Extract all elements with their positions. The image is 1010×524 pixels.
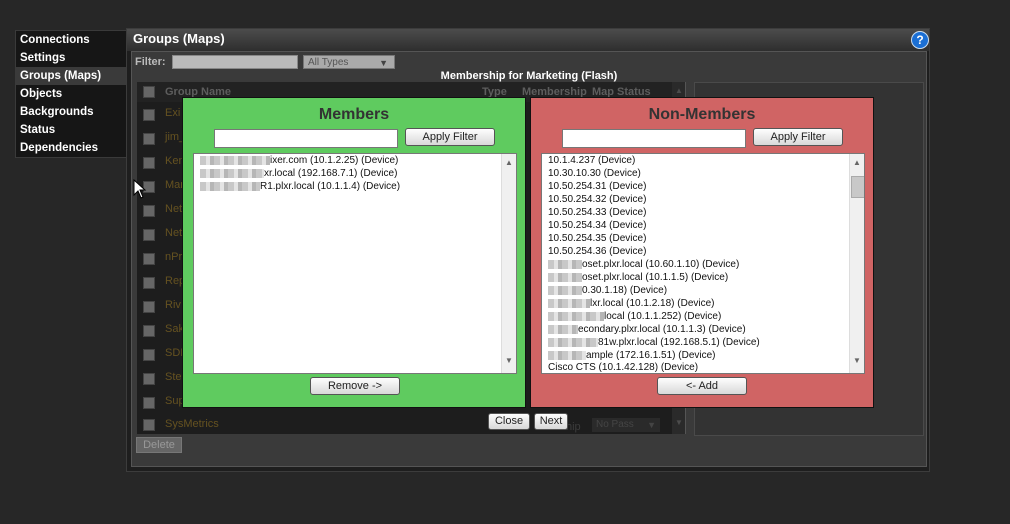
list-item-label: 10.1.4.237 (Device) <box>548 155 636 166</box>
nonmembers-list-scrollbar[interactable]: ▲ ▼ <box>849 154 864 373</box>
list-item-label: ixer.com (10.1.2.25) (Device) <box>270 155 399 166</box>
redacted-text <box>548 324 578 334</box>
list-item-label: oset.plxr.local (10.1.1.5) (Device) <box>582 272 729 283</box>
list-item[interactable]: 10.30.10.30 (Device) <box>548 168 641 179</box>
list-item[interactable]: ample (172.16.1.51) (Device) <box>548 350 716 361</box>
redacted-text <box>200 168 264 178</box>
redacted-text <box>548 298 590 308</box>
list-item[interactable]: 10.50.254.36 (Device) <box>548 246 646 257</box>
scrollbar-thumb[interactable] <box>851 176 864 198</box>
list-item[interactable]: lxr.local (10.1.2.18) (Device) <box>548 298 715 309</box>
list-item[interactable]: 10.50.254.34 (Device) <box>548 220 646 231</box>
list-item-label: ample (172.16.1.51) (Device) <box>586 350 716 361</box>
filter-label: Filter: <box>135 56 166 68</box>
nonmembers-title: Non-Members <box>648 106 756 123</box>
redacted-text <box>548 350 586 360</box>
list-item-label: Cisco CTS (10.1.42.128) (Device) <box>548 362 699 373</box>
nonmembers-pane: Non-Members Apply Filter 10.1.4.237 (Dev… <box>530 97 874 408</box>
list-item[interactable]: 10.50.254.32 (Device) <box>548 194 646 205</box>
list-item-label: 10.50.254.33 (Device) <box>548 207 647 218</box>
chevron-down-icon[interactable]: ▼ <box>853 356 861 365</box>
next-button[interactable]: Next <box>534 413 568 430</box>
list-item-label: 81w.plxr.local (192.168.5.1) (Device) <box>598 337 760 348</box>
nonmembers-list[interactable]: 10.1.4.237 (Device) 10.30.10.30 (Device)… <box>541 153 865 374</box>
list-item[interactable]: 10.50.254.31 (Device) <box>548 181 646 192</box>
redacted-text <box>548 311 604 321</box>
type-select[interactable]: All Types ▼ <box>303 55 395 69</box>
type-select-value: All Types <box>308 57 349 68</box>
list-item[interactable]: 10.50.254.33 (Device) <box>548 207 646 218</box>
list-item[interactable]: xr.local (192.168.7.1) (Device) <box>200 168 397 179</box>
list-item-label: 10.30.10.30 (Device) <box>548 168 641 179</box>
list-item-label: 10.50.254.36 (Device) <box>548 246 647 257</box>
left-nav: Connections Settings Groups (Maps) Objec… <box>15 30 127 158</box>
list-item-label: local (10.1.1.252) (Device) <box>604 311 722 322</box>
members-list-scrollbar[interactable]: ▲ ▼ <box>501 154 516 373</box>
nonmembers-apply-filter-button[interactable]: Apply Filter <box>753 128 843 146</box>
list-item[interactable]: 0.30.1.18) (Device) <box>548 285 667 296</box>
list-item[interactable]: 81w.plxr.local (192.168.5.1) (Device) <box>548 337 760 348</box>
nav-item-groups-maps[interactable]: Groups (Maps) <box>16 67 126 85</box>
close-button[interactable]: Close <box>488 413 530 430</box>
list-item-label: xr.local (192.168.7.1) (Device) <box>264 168 398 179</box>
list-item[interactable]: ixer.com (10.1.2.25) (Device) <box>200 155 398 166</box>
nonmembers-filter-input[interactable] <box>562 129 746 148</box>
list-item[interactable]: 10.1.4.237 (Device) <box>548 155 635 166</box>
redacted-text <box>548 285 582 295</box>
chevron-up-icon[interactable]: ▲ <box>505 158 513 167</box>
redacted-text <box>548 259 582 269</box>
members-pane: Members Apply Filter ixer.com (10.1.2.25… <box>182 97 526 408</box>
list-item-label: 10.50.254.31 (Device) <box>548 181 647 192</box>
redacted-text <box>200 181 260 191</box>
nav-item-objects[interactable]: Objects <box>16 85 126 103</box>
members-apply-filter-button[interactable]: Apply Filter <box>405 128 495 146</box>
page-title: Groups (Maps) <box>133 31 225 46</box>
group-filter-input[interactable] <box>172 55 298 69</box>
nav-item-dependencies[interactable]: Dependencies <box>16 139 126 157</box>
nav-item-backgrounds[interactable]: Backgrounds <box>16 103 126 121</box>
panel-header: Groups (Maps) ? <box>127 29 929 51</box>
list-item-label: R1.plxr.local (10.1.1.4) (Device) <box>260 181 401 192</box>
nav-item-settings[interactable]: Settings <box>16 49 126 67</box>
membership-title: Membership for Marketing (Flash) <box>440 70 618 82</box>
add-button[interactable]: <- Add <box>657 377 747 395</box>
redacted-text <box>548 337 598 347</box>
list-item-label: 10.50.254.35 (Device) <box>548 233 647 244</box>
members-filter-input[interactable] <box>214 129 398 148</box>
chevron-up-icon[interactable]: ▲ <box>853 158 861 167</box>
chevron-down-icon[interactable]: ▼ <box>505 356 513 365</box>
list-item-label: 10.50.254.34 (Device) <box>548 220 647 231</box>
nav-item-status[interactable]: Status <box>16 121 126 139</box>
list-item[interactable]: 10.50.254.35 (Device) <box>548 233 646 244</box>
list-item[interactable]: R1.plxr.local (10.1.1.4) (Device) <box>200 181 400 192</box>
delete-button[interactable]: Delete <box>136 437 182 453</box>
list-item[interactable]: econdary.plxr.local (10.1.1.3) (Device) <box>548 324 746 335</box>
redacted-text <box>200 155 270 165</box>
nav-item-connections[interactable]: Connections <box>16 31 126 49</box>
list-item[interactable]: oset.plxr.local (10.1.1.5) (Device) <box>548 272 728 283</box>
list-item-label: oset.plxr.local (10.60.1.10) (Device) <box>582 259 740 270</box>
question-icon[interactable]: ? <box>911 31 929 49</box>
members-list[interactable]: ixer.com (10.1.2.25) (Device) xr.local (… <box>193 153 517 374</box>
list-item-label: 10.50.254.32 (Device) <box>548 194 647 205</box>
list-item[interactable]: local (10.1.1.252) (Device) <box>548 311 721 322</box>
mouse-cursor-icon <box>133 179 147 199</box>
list-item[interactable]: oset.plxr.local (10.60.1.10) (Device) <box>548 259 739 270</box>
list-item[interactable]: Cisco CTS (10.1.42.128) (Device) <box>548 362 698 373</box>
redacted-text <box>548 272 582 282</box>
remove-button[interactable]: Remove -> <box>310 377 400 395</box>
list-item-label: 0.30.1.18) (Device) <box>582 285 668 296</box>
members-title: Members <box>318 106 390 123</box>
chevron-down-icon: ▼ <box>379 58 388 68</box>
list-item-label: lxr.local (10.1.2.18) (Device) <box>590 298 715 309</box>
list-item-label: econdary.plxr.local (10.1.1.3) (Device) <box>578 324 746 335</box>
